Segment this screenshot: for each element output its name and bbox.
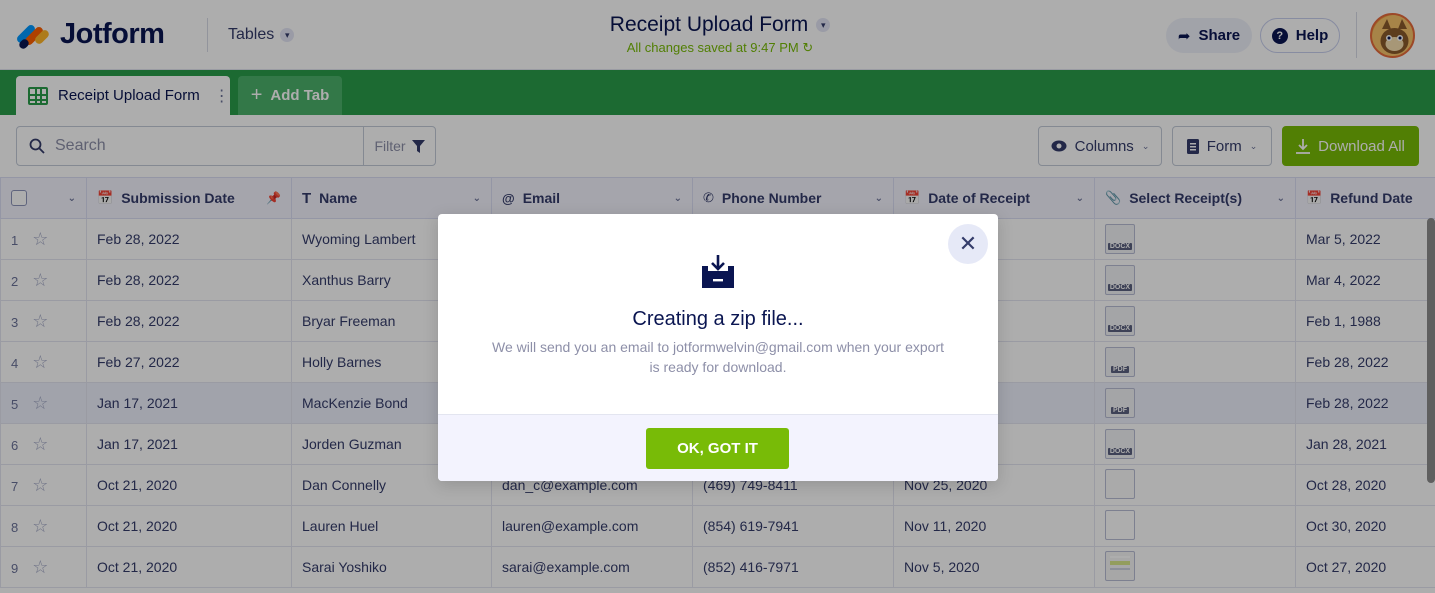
ok-got-it-button[interactable]: OK, GOT IT: [646, 428, 789, 469]
inbox-download-icon: [702, 255, 734, 288]
dialog-footer: OK, GOT IT: [438, 414, 998, 481]
zip-export-dialog: ✕ Creating a zip file... We will send yo…: [438, 214, 998, 481]
dialog-description: We will send you an email to jotformwelv…: [491, 339, 945, 375]
dialog-title: Creating a zip file...: [632, 308, 804, 330]
close-button[interactable]: ✕: [948, 224, 988, 264]
close-icon: ✕: [958, 231, 978, 256]
